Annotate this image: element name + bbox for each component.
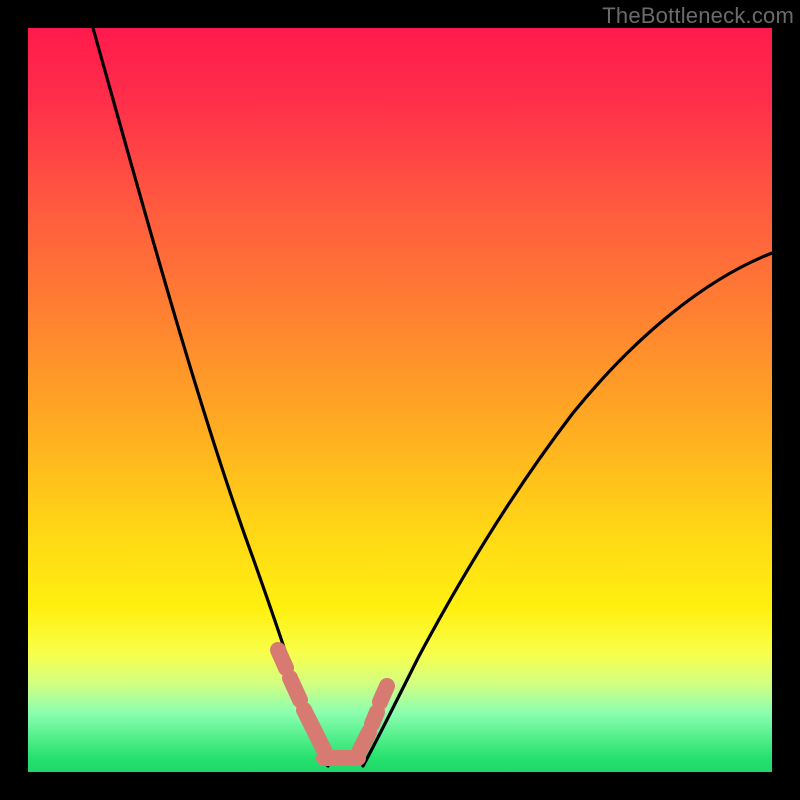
highlight-segments [278,650,387,758]
curve-overlay [28,28,772,772]
watermark-text: TheBottleneck.com [602,3,794,29]
right-curve [363,253,772,766]
plot-area [28,28,772,772]
left-curve [93,28,328,766]
chart-frame: TheBottleneck.com [0,0,800,800]
